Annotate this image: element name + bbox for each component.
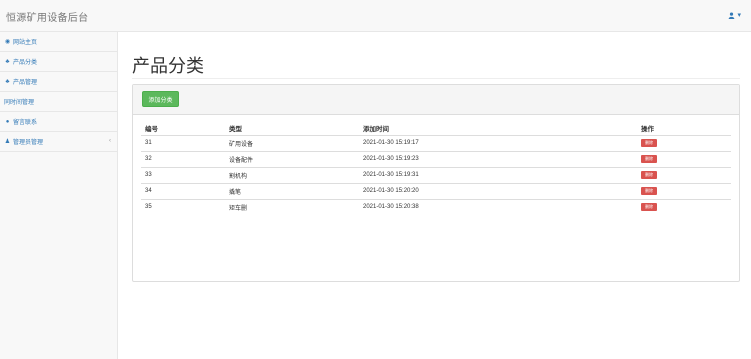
column-header-time: 添加时间	[359, 122, 637, 136]
table-row: 35 矩车删 2021-01-30 15:20:38 删除	[141, 198, 731, 215]
sidebar-item-home[interactable]: ◉ 网站主页	[0, 32, 117, 52]
delete-button[interactable]: 删除	[641, 203, 657, 212]
delete-button[interactable]: 删除	[641, 139, 657, 147]
cell-time: 2021-01-30 15:19:31	[359, 166, 637, 183]
cubes-icon: ♣	[5, 78, 10, 85]
category-panel: 添加分类 编号 类型 添加时间 操作 31 矿用设备 2021-01-30 15…	[132, 84, 740, 282]
cell-action: 删除	[637, 134, 731, 151]
category-table: 编号 类型 添加时间 操作 31 矿用设备 2021-01-30 15:19:1…	[141, 122, 731, 215]
cell-id: 34	[141, 182, 225, 199]
table-row: 32 设备配件 2021-01-30 15:19:23 删除	[141, 150, 731, 167]
dashboard-icon: ◉	[4, 39, 11, 45]
table-header-row: 编号 类型 添加时间 操作	[141, 122, 731, 136]
add-category-button[interactable]: 添加分类	[142, 91, 179, 107]
user-icon	[729, 11, 735, 19]
sidebar-item-label: 产品分类	[13, 60, 38, 66]
cell-time: 2021-01-30 15:19:17	[359, 134, 637, 151]
sidebar-item-product-category[interactable]: ♣ 产品分类	[0, 52, 117, 72]
cell-action: 删除	[637, 150, 731, 167]
cell-id: 33	[141, 166, 225, 183]
user-icon: ♟	[4, 139, 11, 145]
chevron-down-icon: ▾	[737, 12, 741, 19]
sitemap-icon: ♣	[5, 58, 10, 65]
cell-type: 撬笔	[225, 182, 359, 199]
cell-time: 2021-01-30 15:20:20	[359, 182, 637, 199]
cell-time: 2021-01-30 15:20:38	[359, 198, 637, 215]
user-menu-button[interactable]: ▾	[728, 11, 741, 19]
delete-button[interactable]: 删除	[641, 187, 657, 195]
cell-id: 31	[141, 134, 225, 151]
sidebar-item-label: 留言联系	[13, 120, 38, 126]
cell-type: 矩车删	[225, 198, 359, 215]
table-row: 34 撬笔 2021-01-30 15:20:20 删除	[141, 182, 731, 199]
cell-action: 删除	[637, 198, 731, 215]
delete-button[interactable]: 删除	[641, 171, 657, 179]
cell-time: 2021-01-30 15:19:23	[359, 150, 637, 167]
sidebar-item-time-manage[interactable]: 同时间管理	[0, 92, 117, 112]
sidebar-item-label: 网站主页	[13, 40, 38, 46]
cell-type: 设备配件	[225, 150, 359, 167]
table-row: 31 矿用设备 2021-01-30 15:19:17 删除	[141, 134, 731, 151]
cell-type: 矿用设备	[225, 134, 359, 151]
panel-heading: 添加分类	[133, 85, 739, 115]
cell-id: 35	[141, 198, 225, 215]
sidebar-item-label: 同时间管理	[4, 100, 35, 106]
top-navbar: 恒源矿用设备后台 ▾	[0, 0, 751, 32]
divider	[132, 78, 740, 79]
sidebar: ◉ 网站主页 ♣ 产品分类 ♣ 产品管理 同时间管理 ● 留言联系 ♟ 管理员管…	[0, 32, 118, 359]
cell-id: 32	[141, 150, 225, 167]
delete-button[interactable]: 删除	[641, 155, 657, 163]
sidebar-item-admin-manage[interactable]: ♟ 管理员管理 ‹	[0, 132, 117, 152]
sidebar-item-label: 管理员管理	[13, 140, 44, 146]
sidebar-item-product-manage[interactable]: ♣ 产品管理	[0, 72, 117, 92]
column-header-id: 编号	[141, 122, 225, 136]
cell-action: 删除	[637, 182, 731, 199]
cell-type: 割机构	[225, 166, 359, 183]
column-header-type: 类型	[225, 122, 359, 136]
main-content: 产品分类 添加分类 编号 类型 添加时间 操作 31 矿用设备 2021-01-…	[118, 32, 751, 359]
table-row: 33 割机构 2021-01-30 15:19:31 删除	[141, 166, 731, 183]
sidebar-item-label: 产品管理	[13, 80, 38, 86]
cell-action: 删除	[637, 166, 731, 183]
comments-icon: ●	[5, 118, 10, 125]
page-title: 产品分类	[132, 56, 204, 76]
brand-title[interactable]: 恒源矿用设备后台	[6, 9, 88, 24]
chevron-left-icon: ‹	[109, 138, 111, 144]
sidebar-item-contact[interactable]: ● 留言联系	[0, 112, 117, 132]
column-header-action: 操作	[637, 122, 731, 136]
